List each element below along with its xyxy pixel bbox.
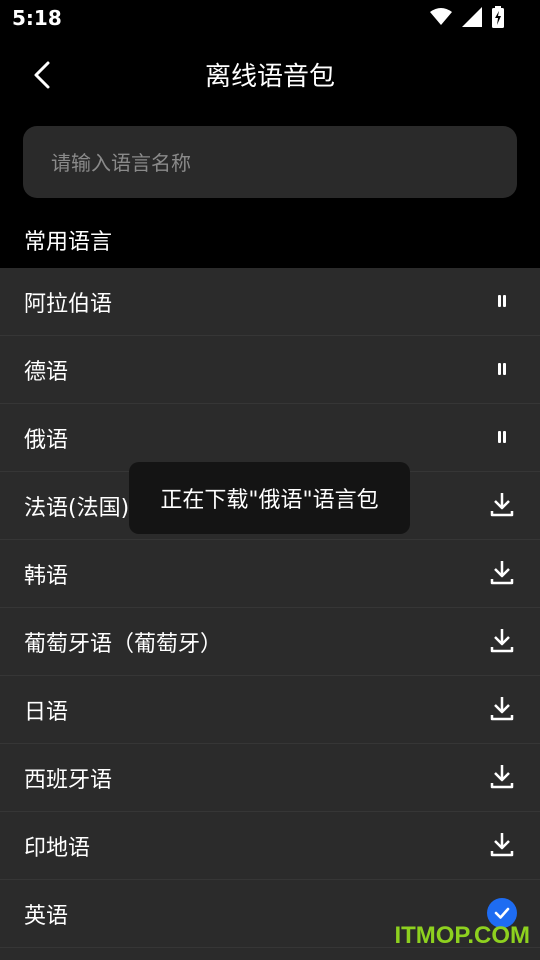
pause-icon[interactable] bbox=[487, 354, 517, 384]
list-item-portuguese[interactable]: 葡萄牙语（葡萄牙） bbox=[0, 608, 540, 676]
download-icon[interactable] bbox=[487, 830, 517, 860]
list-item-label: 阿拉伯语 bbox=[24, 292, 113, 317]
list-item-label: 法语(法国) bbox=[24, 496, 130, 521]
section-title: 常用语言 bbox=[24, 230, 113, 255]
download-icon[interactable] bbox=[487, 490, 517, 520]
search-box[interactable] bbox=[23, 126, 517, 200]
battery-charging-icon bbox=[492, 6, 504, 28]
list-item-label: 日语 bbox=[24, 700, 69, 725]
title-bar: 离线语音包 bbox=[0, 36, 540, 112]
list-item-hindi[interactable]: 印地语 bbox=[0, 812, 540, 880]
list-item-label: 英语 bbox=[24, 904, 69, 929]
pause-icon[interactable] bbox=[487, 422, 517, 452]
list-item-label: 葡萄牙语（葡萄牙） bbox=[24, 632, 223, 657]
toast-message: 正在下载"俄语"语言包 bbox=[160, 488, 379, 513]
signal-icon bbox=[462, 7, 482, 27]
download-icon[interactable] bbox=[487, 762, 517, 792]
status-bar: 5:18 bbox=[0, 0, 540, 36]
status-time: 5:18 bbox=[12, 6, 62, 30]
download-icon[interactable] bbox=[487, 626, 517, 656]
watermark: ITMOP.COM bbox=[394, 922, 530, 949]
wifi-icon bbox=[430, 8, 452, 26]
search-input[interactable] bbox=[49, 126, 493, 200]
list-item-label: 德语 bbox=[24, 360, 69, 385]
list-item-spanish[interactable]: 西班牙语 bbox=[0, 744, 540, 812]
list-item-label: 韩语 bbox=[24, 564, 69, 589]
language-list: 阿拉伯语 德语 俄语 法语(法国) 韩语 葡萄牙语（葡萄牙） 日语 西班牙语 印… bbox=[0, 268, 540, 960]
pause-icon[interactable] bbox=[487, 286, 517, 316]
list-item-label: 俄语 bbox=[24, 428, 69, 453]
list-item-label: 印地语 bbox=[24, 836, 91, 861]
download-icon[interactable] bbox=[487, 694, 517, 724]
download-icon[interactable] bbox=[487, 558, 517, 588]
list-item-german[interactable]: 德语 bbox=[0, 336, 540, 404]
status-icons bbox=[430, 6, 504, 28]
list-item-arabic[interactable]: 阿拉伯语 bbox=[0, 268, 540, 336]
list-item-japanese[interactable]: 日语 bbox=[0, 676, 540, 744]
toast: 正在下载"俄语"语言包 bbox=[129, 462, 410, 534]
page-title: 离线语音包 bbox=[204, 62, 335, 92]
list-item-label: 西班牙语 bbox=[24, 768, 113, 793]
list-item-korean[interactable]: 韩语 bbox=[0, 540, 540, 608]
